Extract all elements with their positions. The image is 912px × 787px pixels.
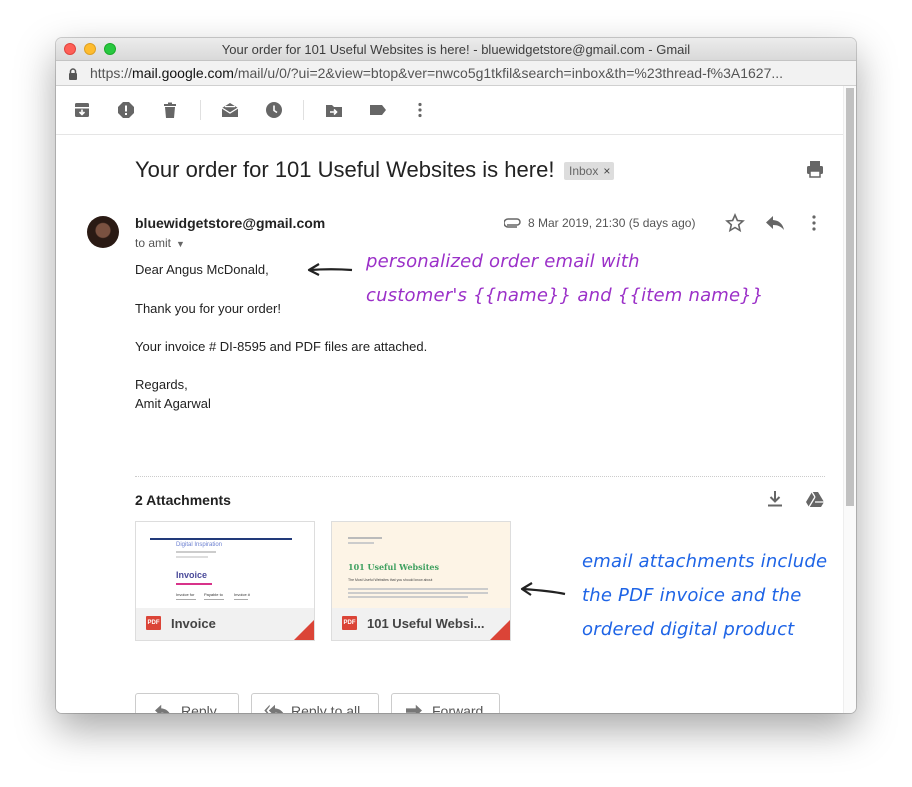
invoice-preview-company: Digital Inspiration — [176, 542, 223, 548]
delete-icon[interactable] — [161, 101, 179, 119]
reply-all-button[interactable]: Reply to all — [251, 693, 379, 713]
star-icon[interactable] — [725, 212, 745, 238]
reply-all-icon — [264, 704, 284, 713]
sender-avatar[interactable] — [87, 216, 119, 248]
title-bar: Your order for 101 Useful Websites is he… — [56, 38, 856, 61]
recipient-line[interactable]: to amit ▼ — [135, 236, 185, 250]
body-line-1: Thank you for your order! — [135, 301, 281, 316]
more-vert-icon[interactable] — [411, 101, 429, 119]
scrollbar-thumb[interactable] — [846, 88, 854, 506]
print-icon[interactable] — [805, 159, 825, 184]
body-greeting: Dear Angus McDonald, — [135, 262, 269, 277]
reply-icon — [155, 704, 170, 713]
inbox-label-chip[interactable]: Inbox × — [564, 162, 615, 180]
annotation-bottom-line-3: ordered digital product — [582, 619, 795, 640]
ebook-preview-heading: 101 Useful Websites — [348, 562, 439, 572]
pdf-corner-icon — [490, 620, 510, 640]
body-closing: Regards, — [135, 377, 188, 392]
reply-icon[interactable] — [765, 214, 785, 237]
pdf-icon: PDF — [342, 616, 357, 630]
forward-label: Forward — [432, 703, 484, 713]
invoice-preview-col2: Payable to — [204, 592, 223, 597]
annotation-arrow-bottom — [520, 582, 566, 596]
invoice-preview-heading: Invoice — [176, 570, 208, 580]
address-bar[interactable]: https://mail.google.com/mail/u/0/?ui=2&v… — [56, 61, 856, 86]
attachment-name: Invoice — [171, 616, 216, 631]
invoice-preview: Digital Inspiration Invoice Invoice for … — [136, 522, 314, 608]
lock-icon — [68, 67, 78, 85]
forward-button[interactable]: Forward — [391, 693, 500, 713]
inbox-label-text: Inbox — [569, 164, 599, 178]
url-protocol: https:// — [90, 65, 133, 81]
labels-icon[interactable] — [369, 101, 387, 119]
url-host: mail.google.com — [132, 65, 234, 81]
attachment-invoice[interactable]: Digital Inspiration Invoice Invoice for … — [135, 521, 315, 641]
annotation-top-line-2: customer's {{name}} and {{item name}} — [366, 285, 764, 306]
body-line-2: Your invoice # DI-8595 and PDF files are… — [135, 339, 428, 354]
attachments-title: 2 Attachments — [135, 492, 231, 508]
reply-label: Reply — [181, 703, 217, 713]
reply-all-label: Reply to all — [291, 703, 361, 713]
attachment-101-useful-websites[interactable]: 101 Useful Websites The Most Useful Webs… — [331, 521, 511, 641]
pdf-icon: PDF — [146, 616, 161, 630]
annotation-bottom-line-1: email attachments include — [582, 551, 828, 572]
toolbar-divider — [303, 100, 304, 120]
message-toolbar — [56, 86, 844, 135]
url-path: /mail/u/0/?ui=2&view=btop&ver=nwco5g1tkf… — [233, 65, 784, 81]
attachment-footer: PDF 101 Useful Websi... — [332, 608, 510, 640]
annotation-bottom-line-2: the PDF invoice and the — [582, 585, 802, 606]
save-to-drive-icon[interactable] — [806, 491, 824, 512]
archive-icon[interactable] — [73, 101, 91, 119]
attachment-footer: PDF Invoice — [136, 608, 314, 640]
mark-unread-icon[interactable] — [221, 101, 239, 119]
report-spam-icon[interactable] — [117, 101, 135, 119]
vertical-scrollbar[interactable] — [843, 86, 856, 713]
snooze-icon[interactable] — [265, 101, 283, 119]
annotation-top-line-1: personalized order email with — [366, 251, 640, 272]
url-text[interactable]: https://mail.google.com/mail/u/0/?ui=2&v… — [90, 65, 850, 81]
window-title: Your order for 101 Useful Websites is he… — [221, 42, 691, 57]
toolbar-divider — [200, 100, 201, 120]
download-all-icon[interactable] — [767, 490, 783, 513]
move-to-icon[interactable] — [325, 101, 343, 119]
attachment-clip-icon — [503, 216, 522, 234]
chevron-down-icon[interactable]: ▼ — [176, 239, 185, 249]
recipient-text: to amit — [135, 236, 172, 250]
body-signature: Amit Agarwal — [135, 396, 211, 411]
ebook-preview-subheading: The Most Useful Websites that you should… — [348, 578, 433, 582]
pdf-corner-icon — [294, 620, 314, 640]
email-subject: Your order for 101 Useful Websites is he… — [135, 157, 555, 182]
invoice-preview-col3: Invoice # — [234, 592, 251, 597]
browser-window: Your order for 101 Useful Websites is he… — [56, 38, 856, 713]
invoice-preview-col1: Invoice for — [176, 592, 195, 597]
attachment-name: 101 Useful Websi... — [367, 616, 485, 631]
forward-icon — [406, 704, 422, 713]
ebook-preview: 101 Useful Websites The Most Useful Webs… — [332, 522, 510, 608]
annotation-arrow-top — [307, 263, 353, 276]
email-date: 8 Mar 2019, 21:30 (5 days ago) — [528, 216, 696, 230]
reply-button[interactable]: Reply — [135, 693, 239, 713]
sender-email[interactable]: bluewidgetstore@gmail.com — [135, 215, 325, 231]
remove-label-button[interactable]: × — [603, 164, 610, 178]
attachments-divider — [135, 476, 825, 477]
more-options-icon[interactable] — [808, 214, 820, 237]
